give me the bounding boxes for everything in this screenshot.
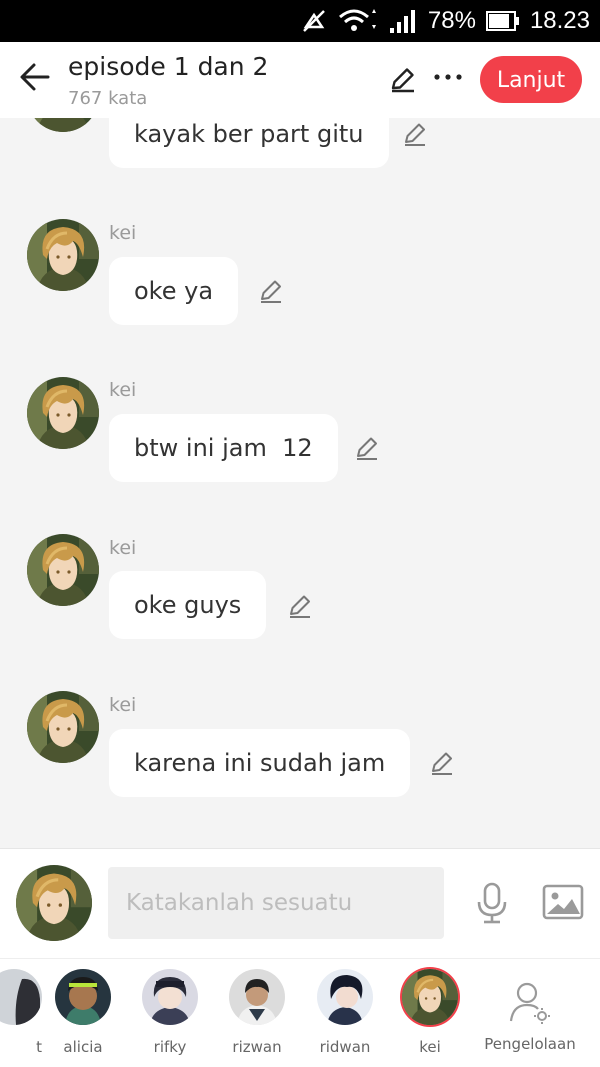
avatar[interactable] xyxy=(27,377,99,449)
character-name: alicia xyxy=(63,1038,103,1056)
avatar xyxy=(142,969,198,1025)
chat-area[interactable]: kayak ber part gitu kei oke ya kei btw i… xyxy=(0,118,600,848)
battery-percent: 78% xyxy=(427,7,476,34)
mute-icon xyxy=(300,7,328,35)
message-bubble[interactable]: btw ini jam 12 xyxy=(109,414,338,482)
edit-message-icon[interactable] xyxy=(286,592,314,620)
wifi-icon xyxy=(338,7,378,35)
microphone-icon[interactable] xyxy=(474,881,510,925)
message-bubble[interactable]: oke ya xyxy=(109,257,239,325)
character-name: kei xyxy=(419,1038,441,1056)
sender-name: kei xyxy=(109,379,137,401)
clock: 18.23 xyxy=(529,7,590,34)
management-label: Pengelolaan xyxy=(484,1035,576,1053)
character-name: rifky xyxy=(153,1038,187,1056)
character-alicia[interactable]: alicia xyxy=(43,969,123,1056)
message-bubble[interactable]: kayak ber part gitu xyxy=(109,118,389,168)
word-count: 767 kata xyxy=(68,88,148,109)
status-right: 78% 18.23 xyxy=(300,0,590,42)
character-name: ridwan xyxy=(319,1038,371,1056)
character-rizwan[interactable]: rizwan xyxy=(217,969,297,1056)
character-ridwan[interactable]: ridwan xyxy=(305,969,385,1056)
status-bar: 78% 18.23 xyxy=(0,0,600,42)
message-input-bar xyxy=(0,848,600,958)
app-header: episode 1 dan 2 767 kata Lanjut xyxy=(0,42,600,118)
avatar-selected xyxy=(402,969,458,1025)
character-kei[interactable]: kei xyxy=(390,969,470,1056)
edit-message-icon[interactable] xyxy=(401,120,429,148)
pencil-icon[interactable] xyxy=(388,64,418,94)
image-icon[interactable] xyxy=(542,884,584,920)
back-arrow-icon[interactable] xyxy=(18,60,52,94)
user-settings-icon xyxy=(480,981,580,1029)
message-bubble[interactable]: karena ini sudah jam xyxy=(109,729,411,797)
edit-message-icon[interactable] xyxy=(257,277,285,305)
signal-icon xyxy=(388,8,418,34)
edit-message-icon[interactable] xyxy=(353,434,381,462)
avatar xyxy=(229,969,285,1025)
avatar[interactable] xyxy=(27,534,99,606)
message-bubble[interactable]: oke guys xyxy=(109,571,267,639)
edit-message-icon[interactable] xyxy=(428,749,456,777)
character-name: rizwan xyxy=(232,1038,282,1056)
sender-name: kei xyxy=(109,222,137,244)
avatar[interactable] xyxy=(27,118,99,132)
character-bar: t alicia rifky rizwan ridwan kei Pengelo… xyxy=(0,958,600,1067)
sender-name: kei xyxy=(109,694,137,716)
message-input[interactable] xyxy=(108,867,444,939)
battery-icon xyxy=(485,10,520,32)
avatar[interactable] xyxy=(27,219,99,291)
avatar xyxy=(0,969,42,1025)
avatar[interactable] xyxy=(27,691,99,763)
sender-name: kei xyxy=(109,537,137,559)
avatar xyxy=(317,969,373,1025)
management-button[interactable]: Pengelolaan xyxy=(480,981,580,1053)
avatar xyxy=(55,969,111,1025)
current-character-avatar[interactable] xyxy=(16,865,92,941)
more-icon[interactable] xyxy=(432,62,464,92)
story-title: episode 1 dan 2 xyxy=(68,52,269,81)
next-button[interactable]: Lanjut xyxy=(480,56,582,103)
character-rifky[interactable]: rifky xyxy=(130,969,210,1056)
